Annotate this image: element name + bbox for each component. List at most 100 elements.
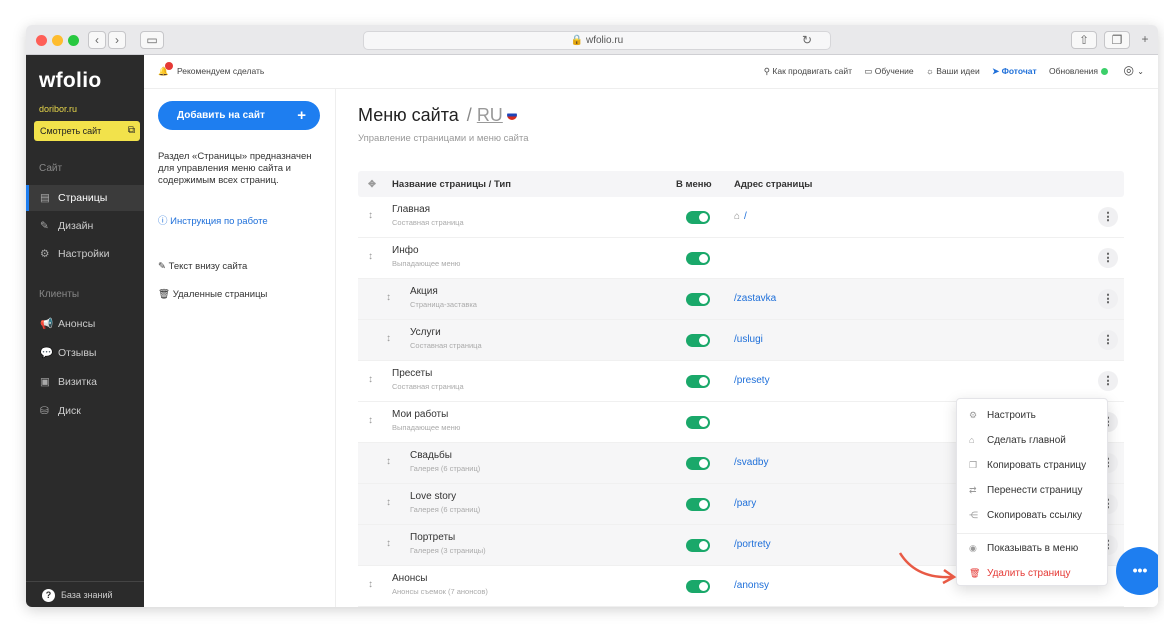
page-title-text: Меню сайта (358, 105, 459, 125)
close-window-button[interactable] (36, 35, 47, 46)
in-menu-toggle[interactable] (686, 457, 710, 470)
sidebar-item-pages[interactable]: ▤ Страницы (26, 185, 144, 211)
sidebar: wfolio doribor.ru Смотреть сайт ⧉ Сайт ▤… (26, 55, 144, 607)
in-menu-toggle[interactable] (686, 293, 710, 306)
drag-handle-icon[interactable]: ↕ (386, 333, 391, 344)
minimize-window-button[interactable] (52, 35, 63, 46)
drag-handle-icon[interactable]: ↕ (386, 538, 391, 549)
sidebar-toggle-icon[interactable]: ▭ (140, 31, 164, 49)
updates-link[interactable]: Обновления (1049, 66, 1108, 76)
share-icon[interactable]: ⇧ (1071, 31, 1097, 49)
table-row[interactable]: ↕ Услуги Составная страница/uslugi ⋮ (358, 320, 1124, 361)
pointer-arrow-icon (898, 552, 957, 585)
drag-handle-icon[interactable]: ↕ (386, 497, 391, 508)
page-name[interactable]: Услуги (410, 327, 441, 338)
page-name[interactable]: Инфо (392, 245, 419, 256)
table-row[interactable]: ↕ Инфо Выпадающее меню ⋮ (358, 238, 1124, 279)
sidebar-item-disk[interactable]: ⛁ Диск (26, 398, 144, 424)
drag-handle-icon[interactable]: ↕ (368, 579, 373, 590)
page-name[interactable]: Портреты (410, 532, 455, 543)
add-to-site-button[interactable]: Добавить на сайт + (158, 101, 320, 130)
page-icon: ▤ (40, 192, 50, 204)
user-menu[interactable]: ◎ ⌄ (1123, 63, 1144, 77)
menu-item-make-home[interactable]: ⌂ Сделать главной (957, 428, 1107, 453)
page-address[interactable]: /portrety (734, 539, 771, 550)
page-name[interactable]: Свадьбы (410, 450, 452, 461)
sidebar-item-reviews[interactable]: 💬 Отзывы (26, 340, 144, 366)
more-options-button[interactable]: ⋮ (1098, 330, 1118, 350)
more-options-button[interactable]: ⋮ (1098, 207, 1118, 227)
promote-link[interactable]: ⚲ Как продвигать сайт (764, 66, 852, 76)
page-name[interactable]: Мои работы (392, 409, 448, 420)
tabs-icon[interactable]: ❐ (1104, 31, 1130, 49)
view-site-label: Смотреть сайт (40, 126, 102, 136)
page-address[interactable]: /presety (734, 375, 770, 386)
page-address[interactable]: /pary (734, 498, 756, 509)
table-row[interactable]: ↕ Акция Страница-заставка/zastavka ⋮ (358, 279, 1124, 320)
back-button[interactable]: ‹ (88, 31, 106, 49)
page-address-text: /anonsy (734, 580, 770, 591)
drag-handle-icon[interactable]: ↕ (368, 415, 373, 426)
forward-button[interactable]: › (108, 31, 126, 49)
logo[interactable]: wfolio (39, 69, 101, 93)
drag-handle-icon[interactable]: ↕ (386, 456, 391, 467)
page-address[interactable]: /uslugi (734, 334, 763, 345)
page-name[interactable]: Главная (392, 204, 430, 215)
page-address[interactable]: ⌂ / (734, 211, 747, 222)
sidebar-item-design[interactable]: ✎ Дизайн (26, 213, 144, 239)
menu-item-copy-page[interactable]: ❐ Копировать страницу (957, 453, 1107, 478)
brush-icon: ✎ (40, 220, 49, 232)
sidebar-item-announcements[interactable]: 📢 Анонсы (26, 311, 144, 337)
plus-icon: + (297, 107, 306, 124)
view-site-button[interactable]: Смотреть сайт ⧉ (34, 121, 140, 141)
in-menu-toggle[interactable] (686, 211, 710, 224)
page-name[interactable]: Анонсы (392, 573, 427, 584)
maximize-window-button[interactable] (68, 35, 79, 46)
drag-handle-icon[interactable]: ↕ (386, 292, 391, 303)
page-address[interactable]: /svadby (734, 457, 768, 468)
knowledge-base-link[interactable]: ? База знаний (26, 581, 144, 607)
in-menu-toggle[interactable] (686, 334, 710, 347)
learning-link[interactable]: ▭ Обучение (864, 66, 913, 76)
in-menu-toggle[interactable] (686, 580, 710, 593)
in-menu-toggle[interactable] (686, 252, 710, 265)
drag-handle-icon[interactable]: ↕ (368, 374, 373, 385)
table-row[interactable]: ↕ Пресеты Составная страница/presety ⋮ (358, 361, 1124, 402)
in-menu-toggle[interactable] (686, 416, 710, 429)
drag-handle-icon[interactable]: ↕ (368, 251, 373, 262)
instructions-link[interactable]: ⓘ Инструкция по работе (158, 213, 268, 227)
photochat-link[interactable]: ➤ Фоточат (992, 66, 1037, 76)
menu-item-show-in-menu[interactable]: ◉ Показывать в меню (957, 536, 1107, 561)
reload-icon[interactable]: ↻ (798, 32, 816, 50)
page-address-text: /uslugi (734, 334, 763, 345)
in-menu-toggle[interactable] (686, 539, 710, 552)
ideas-link[interactable]: ☼ Ваши идеи (926, 66, 980, 76)
page-name[interactable]: Акция (410, 286, 438, 297)
page-name[interactable]: Пресеты (392, 368, 432, 379)
chat-button[interactable]: ••• (1116, 547, 1158, 595)
menu-item-configure[interactable]: ⚙ Настроить (957, 403, 1107, 428)
new-tab-icon[interactable]: + (1136, 31, 1154, 49)
footer-text-link[interactable]: ✎ Текст внизу сайта (158, 261, 247, 272)
in-menu-toggle[interactable] (686, 498, 710, 511)
menu-divider (957, 533, 1107, 534)
settings-icon: ⚙ (969, 410, 978, 420)
sidebar-item-card[interactable]: ▣ Визитка (26, 369, 144, 395)
menu-item-move-page[interactable]: ⇄ Перенести страницу (957, 478, 1107, 503)
recommend-link[interactable]: 🔔 Рекомендуем сделать (158, 62, 264, 77)
page-address[interactable]: /anonsy (734, 580, 769, 591)
in-menu-toggle[interactable] (686, 375, 710, 388)
menu-item-copy-link[interactable]: ⋲ Скопировать ссылку (957, 503, 1107, 528)
more-options-button[interactable]: ⋮ (1098, 371, 1118, 391)
menu-item-delete-page[interactable]: 🗑 Удалить страницу (957, 561, 1107, 586)
language-selector[interactable]: RU (477, 105, 503, 125)
page-address[interactable]: /zastavka (734, 293, 776, 304)
drag-handle-icon[interactable]: ↕ (368, 210, 373, 221)
more-options-button[interactable]: ⋮ (1098, 289, 1118, 309)
page-name[interactable]: Love story (410, 491, 456, 502)
sidebar-item-settings[interactable]: ⚙ Настройки (26, 241, 144, 267)
address-bar[interactable]: 🔒 wfolio.ru (363, 31, 831, 50)
table-row[interactable]: ↕ Главная Составная страница ⌂ / ⋮ (358, 197, 1124, 238)
more-options-button[interactable]: ⋮ (1098, 248, 1118, 268)
deleted-pages-link[interactable]: 🗑 Удаленные страницы (158, 289, 267, 300)
